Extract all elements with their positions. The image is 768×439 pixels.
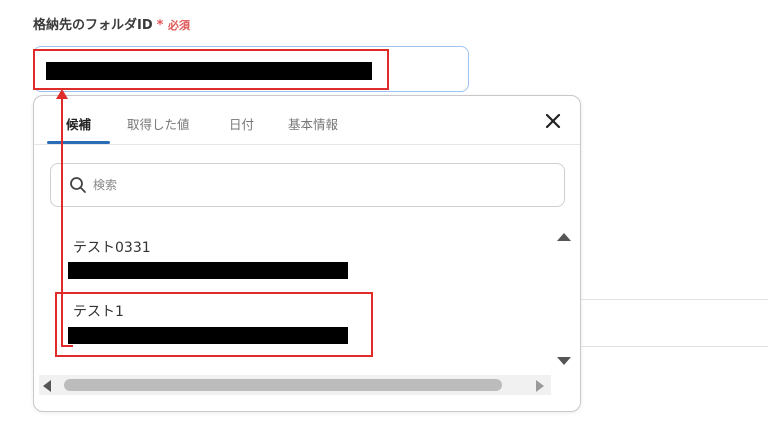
highlight-input-box — [33, 49, 389, 90]
search-input[interactable] — [91, 177, 515, 193]
search-icon — [70, 177, 86, 193]
scroll-right-arrow-icon[interactable] — [536, 380, 544, 392]
annotation-arrow — [61, 96, 63, 347]
close-icon — [545, 113, 561, 129]
required-badge: 必須 — [167, 19, 190, 32]
candidate-picker-popup: 候補 取得した値 日付 基本情報 テスト0331 テスト1 — [33, 95, 581, 412]
scroll-down-arrow-icon[interactable] — [557, 357, 571, 365]
picker-tabs: 候補 取得した値 日付 基本情報 — [34, 96, 580, 145]
background-divider-top — [580, 299, 768, 300]
search-field[interactable] — [50, 163, 565, 207]
annotation-arrow-connector — [61, 345, 73, 347]
active-tab-indicator — [47, 141, 110, 144]
tab-date[interactable]: 日付 — [229, 114, 254, 133]
tab-basic-info[interactable]: 基本情報 — [288, 114, 338, 133]
required-star: * — [156, 18, 164, 33]
list-item-label[interactable]: テスト0331 — [73, 237, 151, 257]
tab-retrieved-values[interactable]: 取得した値 — [127, 114, 190, 133]
scroll-up-arrow-icon[interactable] — [557, 233, 571, 241]
annotation-arrow-head-icon — [56, 89, 68, 99]
tab-candidates[interactable]: 候補 — [66, 114, 91, 133]
redacted-item-id — [68, 262, 348, 279]
close-button[interactable] — [542, 110, 564, 132]
folder-id-label: 格納先のフォルダID * 必須 — [33, 14, 190, 33]
background-divider-bottom — [580, 346, 768, 347]
field-label-text: 格納先のフォルダID — [33, 18, 153, 33]
horizontal-scroll-thumb[interactable] — [64, 379, 502, 391]
highlight-selected-item — [55, 292, 373, 357]
scroll-left-arrow-icon[interactable] — [43, 380, 51, 392]
